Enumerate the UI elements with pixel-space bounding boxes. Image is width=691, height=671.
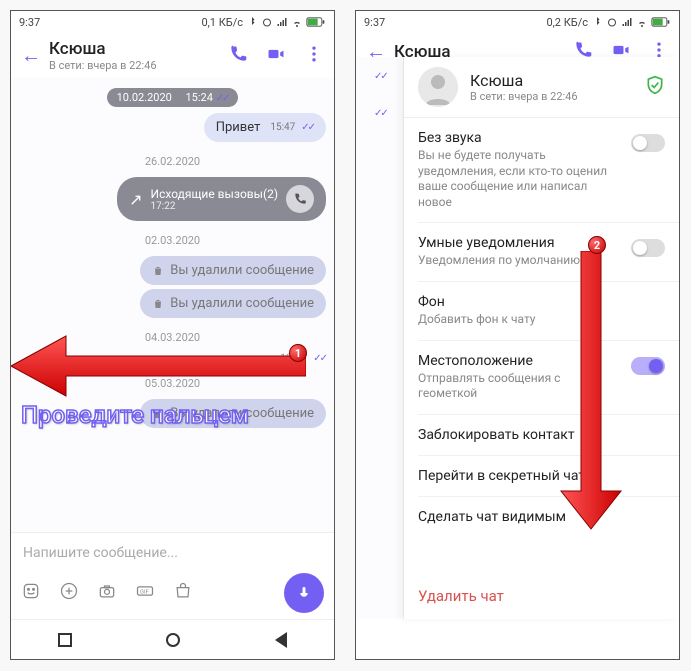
android-navbar [11,619,334,659]
deleted-text: Вы удалили сообщение [170,296,314,311]
message-row[interactable]: Вы удалили сообщение [19,289,326,318]
deleted-text: Вы удалили сообщение [170,406,314,421]
deleted-bubble: Вы удалили сообщение [140,399,326,428]
gif-icon[interactable]: GIF [135,581,155,605]
setting-secret-chat[interactable]: Перейти в секретный чат [418,456,679,497]
status-bar: 9:37 0,1 КБ/с [11,11,334,33]
avatar [418,67,458,107]
wifi-icon [636,16,648,28]
message-input[interactable]: Напишите сообщение... [21,539,324,567]
sticker-icon[interactable] [21,581,41,605]
toggle-smart[interactable] [631,239,665,257]
message-bubble: Привет 15:47 ✓✓ [204,113,326,142]
status-right: 0,2 КБ/с [546,16,671,29]
trash-icon [152,265,164,277]
call-bubble: ↗ Исходящие вызовы(2) 17:22 [117,177,326,221]
settings-sheet: Ксюша В сети: вчера в 22:46 Без звукаВы … [404,57,679,619]
trash-icon [152,408,164,420]
setting-mute[interactable]: Без звукаВы не будете получать уведомлен… [418,118,679,223]
chat-title-block[interactable]: Ксюша В сети: вчера в 22:46 [49,39,220,72]
settings-list: Без звукаВы не будете получать уведомлен… [404,118,679,573]
deleted-text: Вы удалили сообщение [170,263,314,278]
video-icon[interactable] [266,44,286,68]
svg-text:GIF: GIF [140,590,150,596]
status-bar: 9:37 0,2 КБ/с [356,11,679,33]
call-time: 17:22 [151,201,278,212]
read-ticks-icon: ✓✓ [374,71,403,82]
alarm-icon [261,16,273,28]
message-row[interactable]: Привет 15:47 ✓✓ [19,113,326,142]
phone-icon [286,185,314,213]
toggle-location[interactable] [631,357,665,375]
camera-icon[interactable] [97,581,117,605]
delete-chat-button[interactable]: Удалить чат [404,573,679,619]
battery-icon [306,16,326,28]
mic-button[interactable] [284,573,324,613]
deleted-bubble: Вы удалили сообщение [140,289,326,318]
call-label: Исходящие вызовы(2) [151,187,278,201]
setting-make-visible[interactable]: Сделать чат видимым [418,497,679,537]
chat-body: 10.02.2020 15:24 ✓✓ Привет 15:47 ✓✓ 26.0… [11,78,334,532]
read-ticks-icon: ✓✓ [301,122,314,133]
contact-header[interactable]: Ксюша В сети: вчера в 22:46 [404,57,679,118]
deleted-bubble: Вы удалили сообщение [140,256,326,285]
signal-icon [276,16,288,28]
message-time: 15:47 [270,122,295,133]
message-time: 19:34 [280,353,305,364]
bluetooth-icon [246,16,258,28]
nav-recent-icon[interactable] [58,633,72,647]
call-row[interactable]: ↗ Исходящие вызовы(2) 17:22 [19,177,326,221]
shield-icon [645,75,665,99]
wifi-icon [291,16,303,28]
message-text: Привет [216,120,261,135]
signal-icon [621,16,633,28]
setting-background[interactable]: ФонДобавить фон к чату [418,282,679,341]
nav-back-icon[interactable] [275,632,287,648]
call-icon[interactable] [228,44,248,68]
setting-location[interactable]: МестоположениеОтправлять сообщения с гео… [418,341,679,415]
bluetooth-icon [591,16,603,28]
outgoing-arrow-icon: ↗ [129,190,142,209]
contact-presence: В сети: вчера в 22:46 [470,90,633,103]
trash-icon [152,298,164,310]
read-ticks-icon: ✓✓ [313,353,326,364]
more-icon[interactable] [304,44,324,68]
phone-left: 9:37 0,1 КБ/с ← Ксюша В сети: вчера в 22… [10,10,335,660]
date-separator: 02.03.2020 [135,231,210,250]
chat-header: ← Ксюша В сети: вчера в 22:46 [11,33,334,78]
toggle-mute[interactable] [631,134,665,152]
date-separator: 26.02.2020 [135,152,210,171]
message-row[interactable]: 19:34 ✓✓ [19,353,326,364]
date-chip: 10.02.2020 15:24 ✓✓ [107,88,239,107]
battery-icon [651,16,671,28]
nav-home-icon[interactable] [166,633,180,647]
status-time: 9:37 [364,16,385,29]
phone-right: 9:37 0,2 КБ/с ← Ксюша ✓✓ ✓✓ [355,10,680,660]
plus-icon[interactable] [59,581,79,605]
back-icon[interactable]: ← [21,43,41,68]
shop-icon[interactable] [173,581,193,605]
status-net: 0,2 КБ/с [546,16,588,29]
chat-presence: В сети: вчера в 22:46 [49,59,220,72]
date-separator: 04.03.2020 [135,328,210,347]
message-row[interactable]: Вы удалили сообщение [19,399,326,428]
chat-name: Ксюша [49,39,220,59]
composer: Напишите сообщение... GIF [11,532,334,619]
message-row[interactable]: Вы удалили сообщение [19,256,326,285]
status-time: 9:37 [19,16,40,29]
date-separator: 05.03.2020 [135,374,210,393]
alarm-icon [606,16,618,28]
chat-peek: ✓✓ ✓✓ [356,57,404,619]
setting-block[interactable]: Заблокировать контакт [418,415,679,456]
status-net: 0,1 КБ/с [201,16,243,29]
status-right: 0,1 КБ/с [201,16,326,29]
read-ticks-icon: ✓✓ [374,108,403,119]
contact-name: Ксюша [470,71,633,90]
setting-smart-notif[interactable]: Умные уведомленияУведомления по умолчани… [418,223,679,282]
